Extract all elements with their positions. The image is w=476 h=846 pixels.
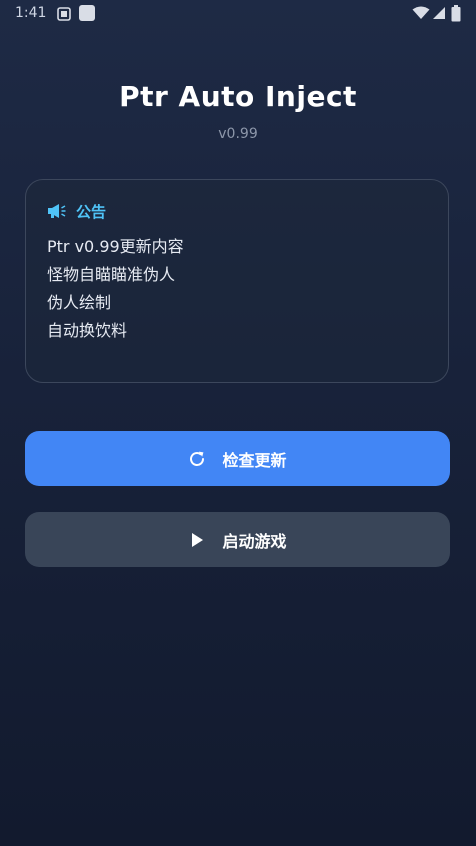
- check-update-label: 检查更新: [222, 450, 287, 470]
- wifi-icon: [412, 6, 430, 19]
- battery-icon: [451, 5, 461, 22]
- notice-line: 自动换饮料: [47, 321, 128, 340]
- refresh-icon: [190, 451, 205, 466]
- notice-card: 公告 Ptr v0.99更新内容 怪物自瞄瞄准伪人 伪人绘制 自动换饮料: [25, 179, 449, 383]
- signal-icon: [433, 7, 445, 19]
- notice-title: 公告: [76, 202, 107, 221]
- notification-app-icon-2: [79, 5, 95, 21]
- notice-line: 伪人绘制: [47, 293, 112, 312]
- app-version: v0.99: [218, 126, 258, 142]
- start-game-button[interactable]: 启动游戏: [25, 512, 450, 567]
- check-update-button[interactable]: 检查更新: [25, 431, 450, 486]
- status-bar: 1:41: [0, 0, 476, 28]
- status-time: 1:41: [15, 5, 47, 21]
- notice-header: 公告: [47, 201, 106, 221]
- app-title: Ptr Auto Inject: [119, 80, 357, 113]
- megaphone-icon: [48, 204, 66, 218]
- play-icon: [192, 532, 204, 547]
- notification-app-icon: [57, 7, 71, 21]
- notice-line: Ptr v0.99更新内容: [47, 237, 184, 256]
- start-game-label: 启动游戏: [222, 531, 287, 551]
- notice-content: Ptr v0.99更新内容 怪物自瞄瞄准伪人 伪人绘制 自动换饮料: [47, 233, 184, 345]
- notice-line: 怪物自瞄瞄准伪人: [47, 265, 176, 284]
